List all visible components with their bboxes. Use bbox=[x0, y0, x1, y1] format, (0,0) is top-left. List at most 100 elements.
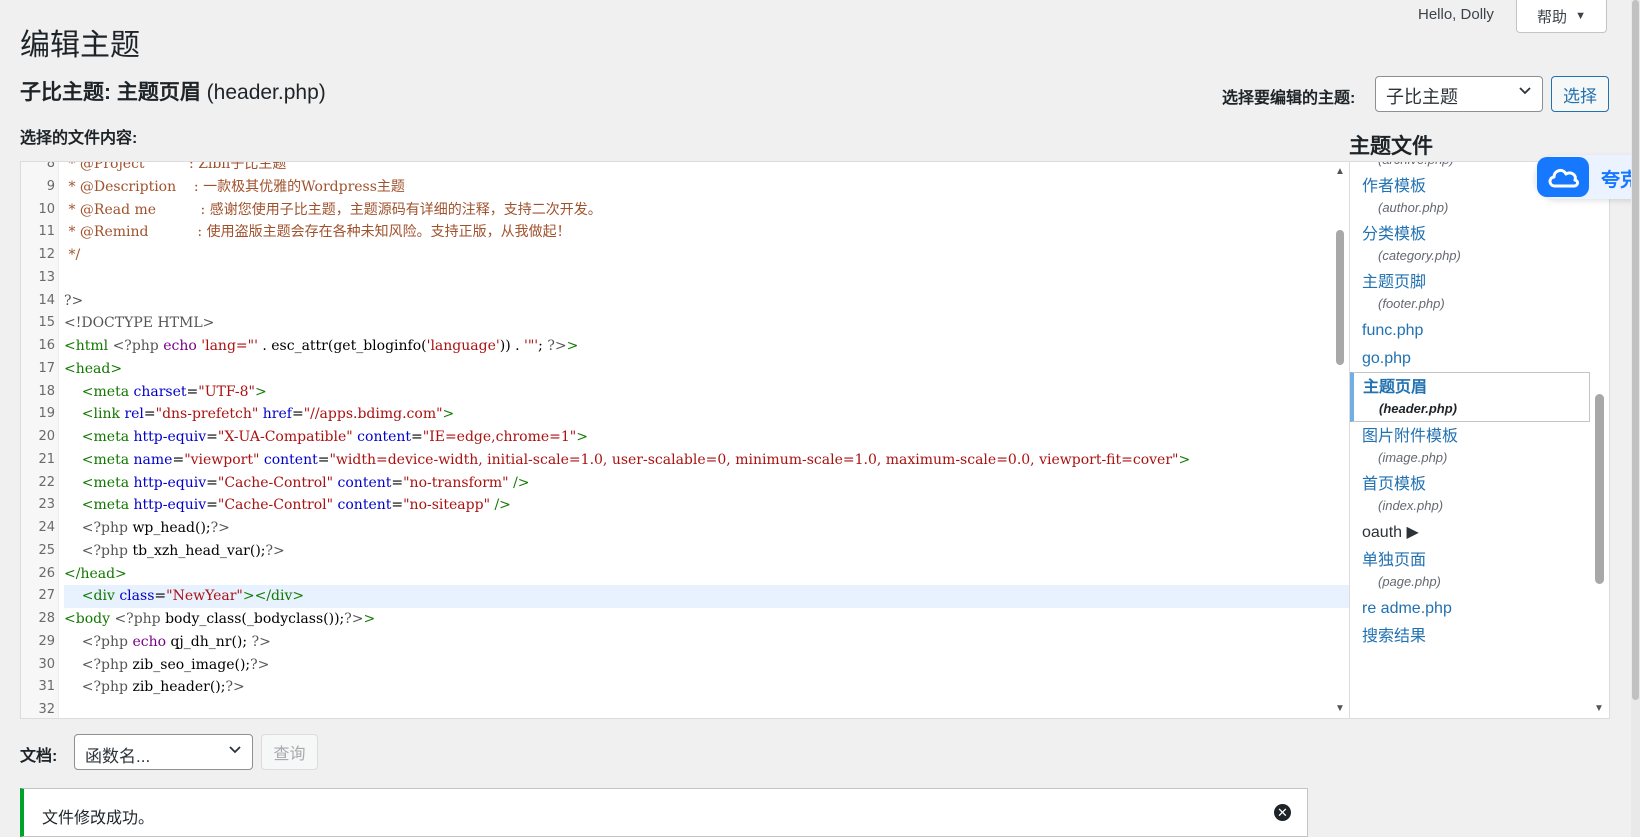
code-line[interactable]: 25 <?php tb_xzh_head_var();?> bbox=[21, 540, 1349, 563]
file-item-filename: (author.php) bbox=[1378, 200, 1449, 215]
code-token: qj_dh_nr(); bbox=[170, 633, 252, 650]
page-scrollbar[interactable] bbox=[1631, 0, 1640, 837]
select-theme-label: 选择要编辑的主题: bbox=[1222, 90, 1356, 107]
code-token: "NewYear" bbox=[166, 588, 243, 605]
code-line[interactable]: 27 <div class="NewYear"></div> bbox=[21, 585, 1349, 608]
code-line[interactable]: 8 * @Project : Zibll子比主题 bbox=[21, 162, 1349, 176]
code-token: ?> bbox=[225, 679, 245, 696]
theme-select[interactable]: 子比主题 bbox=[1375, 76, 1543, 112]
file-list-items: (archive.php)作者模板(author.php)分类模板(catego… bbox=[1350, 162, 1590, 650]
file-item[interactable]: func.php bbox=[1350, 316, 1590, 344]
file-item[interactable]: 单独页面 (page.php) bbox=[1350, 546, 1590, 594]
line-number: 9 bbox=[46, 178, 55, 194]
dismiss-icon[interactable]: ✕ bbox=[1274, 804, 1291, 821]
code-token: "X-UA-Compatible" bbox=[217, 429, 358, 445]
code-line[interactable]: 16 <html <?php echo 'lang="' . esc_attr(g… bbox=[21, 335, 1349, 358]
function-select-value: 函数名... bbox=[85, 747, 151, 766]
floating-cloud-widget[interactable]: 夸克 bbox=[1535, 155, 1640, 199]
code-line[interactable]: 13 bbox=[21, 267, 1349, 290]
code-editor[interactable]: 8 * @Project : Zibll子比主题 9 * @Description… bbox=[20, 161, 1350, 719]
file-heading: 子比主题: 主题页眉 (header.php) bbox=[20, 76, 326, 106]
scroll-down-icon[interactable]: ▼ bbox=[1594, 703, 1604, 714]
file-heading-theme: 子比主题: 主题页眉 bbox=[20, 81, 201, 104]
code-line[interactable]: 11 * @Remind : 使用盗版主题会存在各种未知风险。支持正版，从我做起… bbox=[21, 221, 1349, 244]
code-line[interactable]: 12 */ bbox=[21, 244, 1349, 267]
code-line[interactable]: 24 <?php wp_head();?> bbox=[21, 517, 1349, 540]
line-number: 24 bbox=[38, 520, 55, 535]
file-item[interactable]: 主题页脚 (footer.php) bbox=[1350, 268, 1590, 316]
code-token: > bbox=[442, 406, 455, 423]
code-text: <link rel="dns-prefetch" href="//apps.bd… bbox=[64, 403, 1349, 426]
code-token: body_class(_bodyclass()); bbox=[165, 611, 345, 627]
code-line[interactable]: 19 <link rel="dns-prefetch" href="//apps… bbox=[21, 403, 1349, 426]
code-line[interactable]: 28 <body <?php body_class(_bodyclass());?… bbox=[21, 608, 1349, 631]
file-item[interactable]: 图片附件模板 (image.php) bbox=[1350, 422, 1590, 470]
line-number: 21 bbox=[38, 451, 55, 467]
file-item-label: 主题页脚 bbox=[1362, 274, 1427, 291]
file-item[interactable]: 搜索结果 bbox=[1350, 622, 1590, 650]
code-token: <meta bbox=[64, 429, 134, 445]
line-number: 22 bbox=[38, 474, 55, 490]
help-button[interactable]: 帮助 ▼ bbox=[1516, 0, 1607, 33]
line-number: 28 bbox=[38, 611, 55, 626]
content-label: 选择的文件内容: bbox=[20, 130, 138, 147]
code-line[interactable]: 14 ?> bbox=[21, 290, 1349, 313]
file-item[interactable]: go.php bbox=[1350, 344, 1590, 372]
code-line[interactable]: 10 * @Read me : 感谢您使用子比主题，主题源码有详细的注释，支持二… bbox=[21, 199, 1349, 222]
file-item[interactable]: re adme.php bbox=[1350, 594, 1590, 622]
editor-scrollbar[interactable]: ▲ ▼ bbox=[1331, 162, 1349, 718]
file-list-scrollbar[interactable]: ▼ bbox=[1589, 162, 1609, 718]
code-token: "IE=edge,chrome=1" bbox=[422, 429, 577, 445]
function-name-select[interactable]: 函数名... bbox=[74, 734, 253, 770]
line-number: 29 bbox=[38, 633, 55, 649]
code-line[interactable]: 17 <head> bbox=[21, 358, 1349, 381]
scroll-down-icon[interactable]: ▼ bbox=[1335, 703, 1345, 714]
file-item[interactable]: 首页模板 (index.php) bbox=[1350, 470, 1590, 518]
file-item-label: func.php bbox=[1362, 322, 1424, 339]
code-line[interactable]: 30 <?php zib_seo_image();?> bbox=[21, 654, 1349, 677]
page-scroll-thumb[interactable] bbox=[1632, 0, 1639, 700]
code-token: ?> bbox=[265, 542, 285, 559]
code-token: content bbox=[337, 497, 392, 514]
file-item-label: 首页模板 bbox=[1362, 476, 1427, 493]
code-token: = bbox=[186, 383, 199, 400]
code-token: = bbox=[154, 588, 167, 605]
code-line[interactable]: 22 <meta http-equiv="Cache-Control" cont… bbox=[21, 472, 1349, 495]
query-button[interactable]: 查询 bbox=[261, 734, 318, 770]
code-line[interactable]: 20 <meta http-equiv="X-UA-Compatible" co… bbox=[21, 426, 1349, 449]
code-text: <html <?php echo 'lang="' . esc_attr(get… bbox=[64, 335, 1349, 358]
code-line[interactable]: 29 <?php echo qj_dh_nr(); ?> bbox=[21, 631, 1349, 654]
code-line[interactable]: 9 * @Description : 一款极其优雅的Wordpress主题 bbox=[21, 176, 1349, 199]
file-item-current[interactable]: 主题页眉 (header.php) bbox=[1350, 372, 1590, 422]
code-token: <meta bbox=[64, 383, 134, 400]
code-token: "dns-prefetch" bbox=[155, 406, 263, 423]
code-line[interactable]: 31 <?php zib_header();?> bbox=[21, 676, 1349, 699]
file-item-filename: (footer.php) bbox=[1378, 296, 1445, 311]
code-line[interactable]: 18 <meta charset="UTF-8"> bbox=[21, 381, 1349, 404]
code-token: 'language' bbox=[426, 338, 500, 354]
theme-file-list[interactable]: (archive.php)作者模板(author.php)分类模板(catego… bbox=[1349, 161, 1610, 719]
file-list-scroll-thumb[interactable] bbox=[1595, 394, 1604, 584]
code-token: "//apps.bdimg.com" bbox=[303, 406, 443, 423]
code-line[interactable]: 23 <meta http-equiv="Cache-Control" cont… bbox=[21, 494, 1349, 517]
code-line[interactable]: 21 <meta name="viewport" content="width=… bbox=[21, 449, 1349, 472]
select-theme-button[interactable]: 选择 bbox=[1551, 76, 1609, 112]
code-lines[interactable]: 8 * @Project : Zibll子比主题 9 * @Description… bbox=[21, 162, 1349, 718]
user-greeting[interactable]: Hello, Dolly bbox=[1418, 6, 1494, 23]
code-line[interactable]: 32 bbox=[21, 699, 1349, 718]
code-line[interactable]: 26 </head> bbox=[21, 563, 1349, 586]
scroll-up-icon[interactable]: ▲ bbox=[1335, 166, 1345, 177]
file-item[interactable]: oauth ▶ bbox=[1350, 518, 1590, 546]
line-number: 19 bbox=[38, 406, 55, 422]
code-token: ?> bbox=[344, 611, 364, 627]
code-token: > bbox=[363, 611, 376, 627]
file-item-label: go.php bbox=[1362, 350, 1411, 367]
code-text: <meta http-equiv="Cache-Control" content… bbox=[64, 494, 1349, 517]
code-line[interactable]: 15 <!DOCTYPE HTML> bbox=[21, 312, 1349, 335]
code-token: "UTF-8" bbox=[198, 383, 255, 400]
editor-scroll-thumb[interactable] bbox=[1336, 230, 1344, 365]
code-token: ?> bbox=[251, 633, 271, 650]
code-token: )) . bbox=[499, 338, 525, 354]
file-item[interactable]: 分类模板 (category.php) bbox=[1350, 220, 1590, 268]
code-text: <?php zib_seo_image();?> bbox=[64, 654, 1349, 677]
